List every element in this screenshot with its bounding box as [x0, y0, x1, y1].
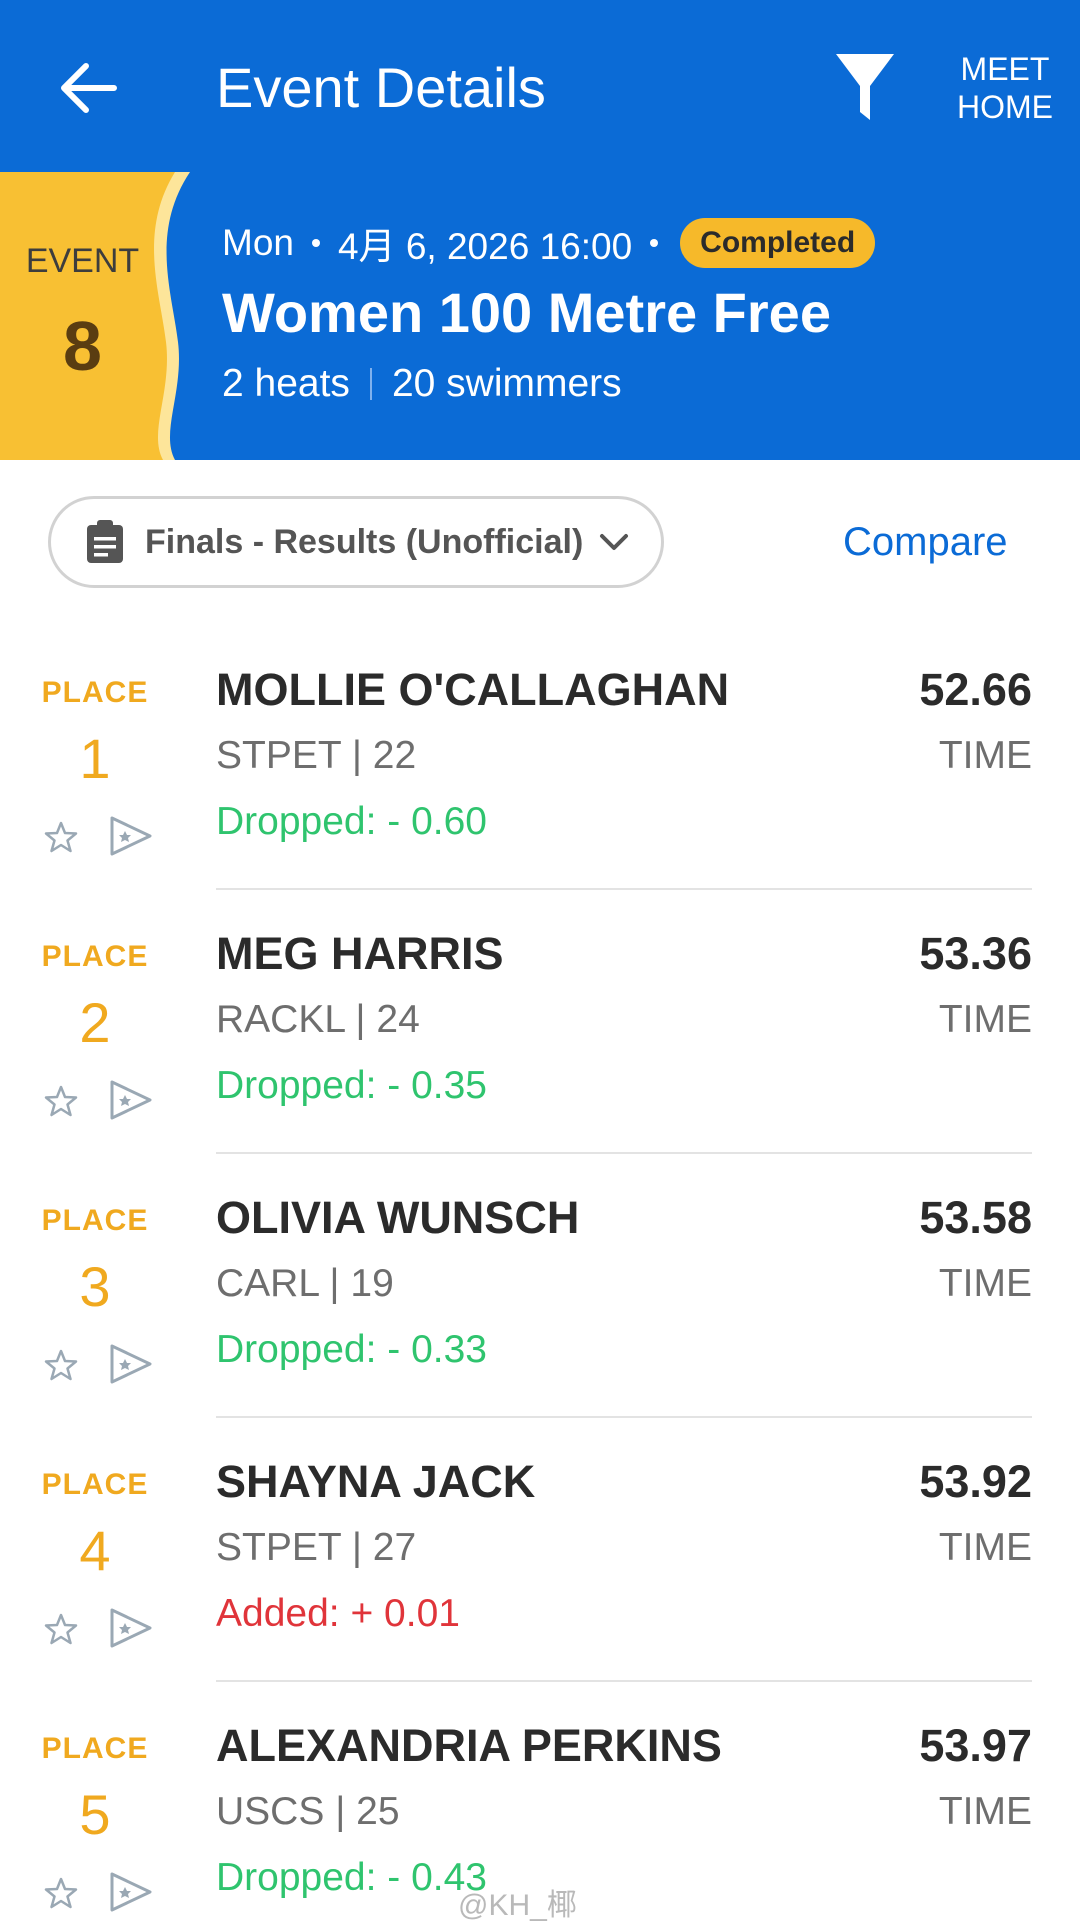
result-time: 53.97	[919, 1720, 1032, 1771]
status-badge: Completed	[680, 218, 876, 268]
time-label: TIME	[938, 734, 1032, 777]
place-number: 3	[79, 1255, 111, 1318]
event-name: Women 100 Metre Free	[222, 281, 831, 344]
place-label: PLACE	[41, 1204, 149, 1237]
divider	[369, 368, 372, 400]
row-divider	[216, 888, 1032, 890]
time-difference: Dropped: - 0.33	[216, 1328, 488, 1371]
follow-flag-icon[interactable]	[108, 1870, 154, 1919]
swimmer-name[interactable]: MEG HARRIS	[216, 928, 504, 980]
chevron-down-icon	[600, 534, 629, 550]
swimmer-team-age: STPET | 22	[216, 734, 417, 777]
page-title: Event Details	[216, 56, 546, 119]
place-number: 2	[79, 991, 111, 1054]
place-label: PLACE	[41, 1732, 149, 1765]
result-time: 53.58	[919, 1192, 1032, 1243]
place-label: PLACE	[41, 940, 149, 973]
result-time: 53.36	[919, 928, 1032, 979]
heats-count: 2 heats	[222, 362, 350, 405]
swimmers-count: 20 swimmers	[391, 362, 622, 405]
meet-home-line2: HOME	[957, 89, 1053, 125]
swimmer-team-age: CARL | 19	[216, 1262, 394, 1305]
event-header: EVENT 8 Mon 4月 6, 2026 16:00 Completed W…	[0, 172, 1080, 460]
time-label: TIME	[938, 998, 1032, 1041]
event-date-time: 4月 6, 2026 16:00	[337, 226, 633, 267]
follow-flag-icon[interactable]	[108, 1342, 154, 1391]
time-difference: Added: + 0.01	[216, 1592, 460, 1635]
place-number: 4	[79, 1519, 111, 1582]
watermark: @KH_椰	[458, 1889, 577, 1922]
app-bar: Event Details MEET HOME	[0, 0, 1080, 172]
follow-flag-icon[interactable]	[108, 1606, 154, 1655]
place-label: PLACE	[41, 1468, 149, 1501]
compare-button[interactable]: Compare	[843, 520, 1008, 565]
swimmer-name[interactable]: MOLLIE O'CALLAGHAN	[216, 664, 729, 716]
swimmer-name[interactable]: OLIVIA WUNSCH	[216, 1192, 579, 1244]
separator-dot	[650, 239, 659, 247]
result-time: 52.66	[919, 664, 1032, 715]
favorite-star-icon[interactable]	[44, 1084, 78, 1123]
time-difference: Dropped: - 0.43	[216, 1856, 488, 1899]
event-meta: Mon 4月 6, 2026 16:00 Completed	[222, 216, 876, 270]
meet-home-button[interactable]: MEET HOME	[950, 50, 1060, 126]
swimmer-team-age: RACKL | 24	[216, 998, 420, 1041]
time-difference: Dropped: - 0.35	[216, 1064, 488, 1107]
favorite-star-icon[interactable]	[44, 1348, 78, 1387]
results-type-dropdown[interactable]: Finals - Results (Unofficial)	[48, 496, 664, 588]
separator-dot	[311, 239, 320, 247]
event-counts: 2 heats 20 swimmers	[222, 362, 622, 406]
meet-home-line1: MEET	[960, 51, 1050, 87]
results-type-label: Finals - Results (Unofficial)	[145, 522, 584, 561]
favorite-star-icon[interactable]	[44, 820, 78, 859]
time-label: TIME	[938, 1790, 1032, 1833]
row-divider	[216, 1416, 1032, 1418]
follow-flag-icon[interactable]	[108, 1078, 154, 1127]
row-divider	[216, 1680, 1032, 1682]
time-label: TIME	[938, 1262, 1032, 1305]
place-label: PLACE	[41, 676, 149, 709]
time-difference: Dropped: - 0.60	[216, 800, 488, 843]
clipboard-icon	[87, 520, 123, 563]
event-day: Mon	[222, 222, 294, 263]
swimmer-team-age: STPET | 27	[216, 1526, 417, 1569]
place-number: 1	[79, 727, 111, 790]
swimmer-name[interactable]: SHAYNA JACK	[216, 1456, 535, 1508]
place-number: 5	[79, 1783, 111, 1846]
back-arrow-icon[interactable]	[52, 52, 124, 124]
swimmer-team-age: USCS | 25	[216, 1790, 400, 1833]
event-label: EVENT	[25, 242, 140, 280]
favorite-star-icon[interactable]	[44, 1612, 78, 1651]
swimmer-name[interactable]: ALEXANDRIA PERKINS	[216, 1720, 722, 1772]
follow-flag-icon[interactable]	[108, 814, 154, 863]
event-number: 8	[63, 307, 102, 385]
event-number-badge: EVENT 8	[0, 172, 200, 460]
row-divider	[216, 1152, 1032, 1154]
time-label: TIME	[938, 1526, 1032, 1569]
result-time: 53.92	[919, 1456, 1032, 1507]
filter-icon[interactable]	[830, 48, 900, 128]
favorite-star-icon[interactable]	[44, 1876, 78, 1915]
